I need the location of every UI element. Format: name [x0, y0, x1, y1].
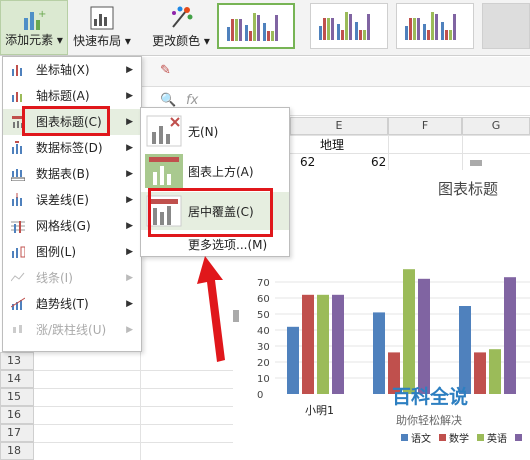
svg-text:+: + [38, 9, 46, 20]
chart-style-thumbnail-1[interactable] [217, 3, 295, 49]
y-tick-label: 40 [257, 326, 270, 337]
menu-item-data-table[interactable]: 数据表(B) ▶ [3, 161, 141, 187]
error-bar-icon [12, 193, 22, 206]
submenu-item-none[interactable]: 无(N) [141, 112, 289, 150]
fx-label[interactable]: fx [186, 93, 198, 108]
menu-item-data-label[interactable]: 数据标签(D) ▶ [3, 135, 141, 161]
axis-icon [12, 65, 22, 76]
color-palette-icon [172, 6, 193, 28]
y-tick-label: 30 [257, 342, 270, 353]
legend-swatch [515, 434, 522, 441]
menu-item-trendline[interactable]: 趋势线(T) ▶ [3, 291, 141, 317]
no-title-icon [146, 115, 182, 147]
highlight-box [148, 188, 273, 237]
add-element-button[interactable]: + 添加元素 ▾ [0, 0, 68, 55]
chevron-right-icon: ▶ [126, 273, 133, 283]
menu-item-lines: 线条(I) ▶ [3, 265, 141, 291]
y-tick-label: 20 [257, 358, 270, 369]
highlight-box [22, 106, 110, 136]
chart-resize-handle[interactable] [470, 160, 482, 166]
row-header[interactable]: 15 [0, 388, 34, 406]
lines-icon [11, 272, 25, 282]
chevron-right-icon: ▶ [126, 65, 133, 75]
chart-style-preview [319, 12, 370, 40]
column-header-g[interactable]: G [462, 117, 530, 135]
cell-header-geography[interactable]: 地理 [320, 136, 344, 153]
bar [317, 294, 329, 394]
add-element-menu: 坐标轴(X) ▶ 轴标题(A) ▶ 图表标题(C) ▶ 数据标签(D) ▶ 数据表(B)… [2, 56, 142, 352]
row-header[interactable]: 13 [0, 352, 34, 370]
legend-icon [12, 246, 25, 258]
legend-swatch [477, 434, 484, 441]
menu-item-gridline[interactable]: 网格线(G) ▶ [3, 213, 141, 239]
row-header[interactable]: 16 [0, 406, 34, 424]
data-table-icon [11, 169, 25, 181]
chevron-right-icon: ▶ [126, 247, 133, 257]
chart-style-thumbnail-4[interactable] [482, 3, 530, 49]
watermark-title: 百科全说 [392, 386, 469, 408]
chart-style-thumbnail-3[interactable] [396, 3, 474, 49]
bar [287, 326, 299, 394]
legend-swatch [439, 434, 446, 441]
submenu-item-above-chart[interactable]: 图表上方(A) [141, 152, 289, 190]
change-color-button[interactable]: 更改颜色 ▾ [147, 0, 215, 55]
quick-layout-button[interactable]: 快速布局 ▾ [70, 0, 134, 55]
row-header[interactable]: 14 [0, 370, 34, 388]
chevron-right-icon: ▶ [126, 117, 133, 127]
bar [403, 269, 415, 394]
cell-value[interactable]: 62 [300, 155, 315, 169]
title-above-icon [145, 154, 183, 188]
menu-item-error-bar[interactable]: 误差线(E) ▶ [3, 187, 141, 213]
chevron-right-icon: ▶ [126, 195, 133, 205]
chart-style-preview [405, 12, 456, 40]
y-tick-label: 10 [257, 374, 270, 385]
trendline-icon [11, 297, 25, 310]
chevron-right-icon: ▶ [126, 91, 133, 101]
legend-swatch [401, 434, 408, 441]
menu-item-updown-bar: 涨/跌柱线(U) ▶ [3, 317, 141, 343]
bar [332, 294, 344, 394]
add-element-icon: + [24, 9, 46, 30]
x-tick-label: 小明1 [305, 404, 334, 417]
zoom-icon[interactable]: 🔍 [160, 93, 176, 108]
chevron-right-icon: ▶ [126, 299, 133, 309]
column-header-f[interactable]: F [388, 117, 462, 135]
column-header-e[interactable]: E [290, 117, 388, 135]
axis-title-icon [12, 92, 22, 102]
updown-bar-icon [13, 325, 22, 333]
watermark-subtitle: 助你轻松解决 [396, 414, 462, 427]
chart-style-thumbnail-2[interactable] [310, 3, 388, 49]
edit-mark-icon[interactable]: ✎ [160, 63, 171, 78]
gridline-icon [11, 221, 25, 233]
add-element-label: 添加元素 ▾ [5, 33, 63, 47]
chevron-right-icon: ▶ [126, 169, 133, 179]
y-tick-label: 60 [257, 294, 270, 305]
chart-style-preview [227, 13, 278, 41]
chevron-right-icon: ▶ [126, 325, 133, 335]
quick-layout-label: 快速布局 ▾ [73, 34, 131, 48]
row-header[interactable]: 17 [0, 424, 34, 442]
bar [504, 277, 516, 394]
y-tick-label: 0 [257, 390, 263, 401]
quick-layout-icon [90, 6, 114, 30]
formula-toolbar: ✎ [140, 57, 530, 87]
chevron-right-icon: ▶ [126, 221, 133, 231]
bar [418, 278, 430, 394]
watermark: 百科全说 助你轻松解决 [372, 382, 512, 434]
data-label-icon [12, 141, 22, 154]
bar [302, 294, 314, 394]
chevron-right-icon: ▶ [126, 143, 133, 153]
row-header[interactable]: 18 [0, 442, 34, 460]
ribbon: + 添加元素 ▾ 快速布局 ▾ 更改颜色 ▾ [0, 0, 530, 56]
menu-item-axis[interactable]: 坐标轴(X) ▶ [3, 57, 141, 83]
bar [459, 306, 471, 394]
red-arrow-annotation [197, 256, 225, 362]
y-tick-label: 50 [257, 310, 270, 321]
y-tick-label: 70 [257, 278, 270, 289]
cell-value[interactable]: 62 [371, 155, 386, 169]
menu-item-legend[interactable]: 图例(L) ▶ [3, 239, 141, 265]
change-color-label: 更改颜色 ▾ [152, 34, 210, 48]
